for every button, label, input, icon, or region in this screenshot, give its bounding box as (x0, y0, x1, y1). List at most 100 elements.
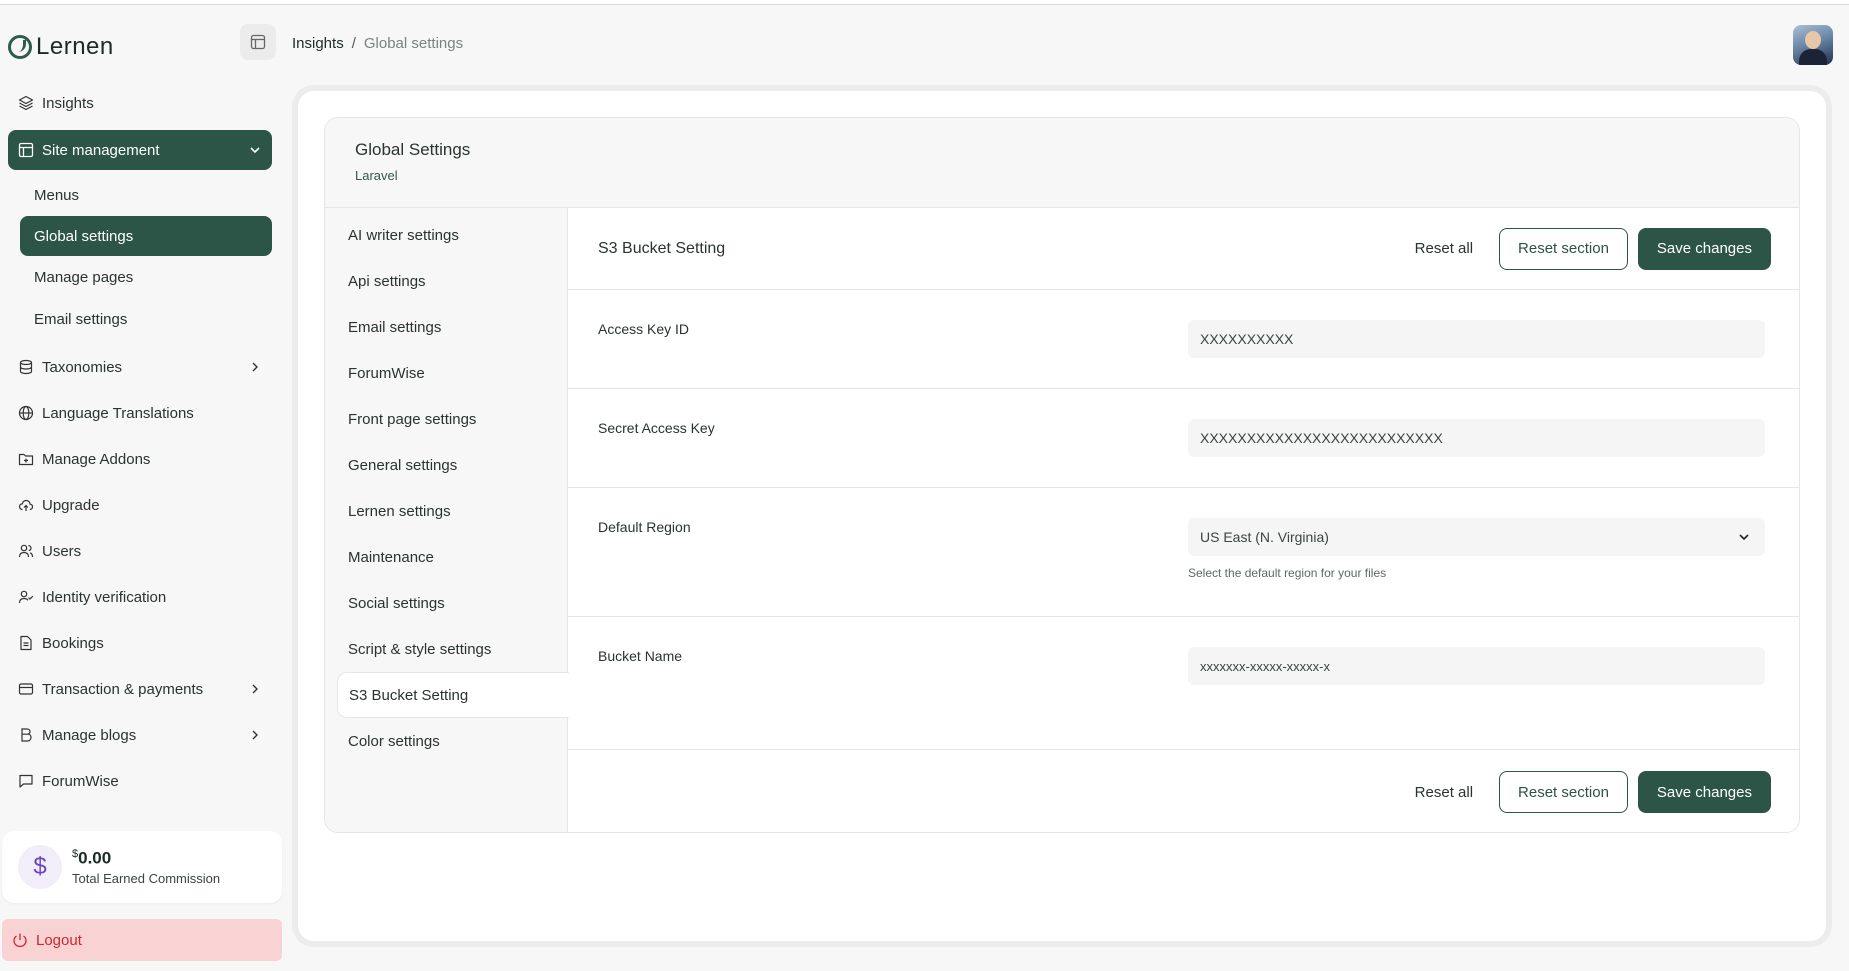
breadcrumb-current: Global settings (363, 35, 464, 52)
sidebar-item-label: Identity verification (42, 588, 167, 606)
breadcrumb-separator: / (351, 35, 356, 52)
section-title: S3 Bucket Setting (598, 239, 726, 257)
section-actions: Reset all Reset section Save changes (1399, 227, 1771, 270)
tab-s3-bucket-setting[interactable]: S3 Bucket Setting (337, 672, 569, 718)
tab-front-page-settings[interactable]: Front page settings (325, 396, 567, 442)
sidebar-item-transaction-payments[interactable]: Transaction & payments (8, 666, 272, 712)
breadcrumb: Insights / Global settings (292, 35, 463, 52)
cloud-upload-icon (18, 499, 34, 511)
tab-api-settings[interactable]: Api settings (325, 258, 567, 304)
commission-card: $ $0.00 Total Earned Commission (2, 831, 282, 903)
field-row-region: Default Region US East (N. Virginia) Sel… (568, 488, 1799, 617)
folder-plus-icon (18, 453, 34, 466)
sidebar-toggle-button[interactable] (240, 24, 276, 60)
sidebar-item-insights[interactable]: Insights (8, 80, 272, 126)
sidebar-item-language-translations[interactable]: Language Translations (8, 390, 272, 436)
field-row-secret-key: Secret Access Key XXXXXXXXXXXXXXXXXXXXXX… (568, 389, 1799, 488)
sidebar-nav: Insights Site management Menus Global se… (8, 80, 272, 804)
sidebar-item-label: Manage Addons (42, 450, 151, 468)
sidebar-item-label: Users (42, 542, 82, 560)
region-select[interactable]: US East (N. Virginia) (1188, 518, 1765, 556)
logout-label: Logout (36, 931, 82, 949)
tab-general-settings[interactable]: General settings (325, 442, 567, 488)
sidebar-item-taxonomies[interactable]: Taxonomies (8, 344, 272, 390)
chevron-down-icon (1739, 534, 1749, 541)
access-key-label: Access Key ID (598, 321, 690, 337)
tab-maintenance[interactable]: Maintenance (325, 534, 567, 580)
save-changes-button[interactable]: Save changes (1637, 771, 1771, 813)
region-hint: Select the default region for your files (1188, 566, 1387, 580)
region-label: Default Region (598, 519, 691, 535)
logout-button[interactable]: Logout (2, 919, 282, 961)
sidebar-item-site-management[interactable]: Site management (8, 130, 272, 170)
sidebar-item-upgrade[interactable]: Upgrade (8, 482, 272, 528)
settings-tabs: AI writer settings Api settings Email se… (325, 208, 569, 832)
sidebar-item-label: Upgrade (42, 496, 100, 514)
reset-all-button[interactable]: Reset all (1399, 229, 1489, 269)
settings-content: S3 Bucket Setting Reset all Reset sectio… (568, 208, 1799, 832)
reset-section-button[interactable]: Reset section (1499, 771, 1628, 813)
sidebar-item-label: Transaction & payments (42, 680, 204, 698)
chevron-right-icon (252, 730, 258, 740)
footer-actions: Reset all Reset section Save changes (1399, 771, 1771, 813)
tab-lernen-settings[interactable]: Lernen settings (325, 488, 567, 534)
logo-icon (8, 35, 32, 59)
avatar[interactable] (1793, 25, 1833, 65)
sidebar-item-forumwise[interactable]: ForumWise (8, 758, 272, 804)
panel-icon (250, 34, 266, 50)
dollar-icon: $ (18, 845, 62, 889)
sidebar-item-label: Site management (42, 141, 160, 159)
sidebar-item-identity-verification[interactable]: Identity verification (8, 574, 272, 620)
sidebar-item-label: Insights (42, 94, 94, 112)
sidebar-item-label: Language Translations (42, 404, 194, 422)
chevron-right-icon (252, 362, 258, 372)
settings-card: Global Settings Laravel AI writer settin… (324, 117, 1800, 833)
sidebar-item-label: Taxonomies (42, 358, 123, 376)
submenu-item-email-settings[interactable]: Email settings (20, 298, 272, 340)
sidebar-item-label: Bookings (42, 634, 104, 652)
sidebar-item-bookings[interactable]: Bookings (8, 620, 272, 666)
section-footer: Reset all Reset section Save changes (568, 750, 1799, 832)
logo[interactable]: Lernen (8, 33, 114, 61)
credit-card-icon (18, 683, 34, 695)
submenu-item-global-settings[interactable]: Global settings (20, 216, 272, 256)
bucket-label: Bucket Name (598, 648, 683, 664)
breadcrumb-root[interactable]: Insights (292, 35, 344, 52)
submenu-item-manage-pages[interactable]: Manage pages (20, 256, 272, 298)
sidebar-item-manage-blogs[interactable]: Manage blogs (8, 712, 272, 758)
tab-email-settings[interactable]: Email settings (325, 304, 567, 350)
card-title: Global Settings (355, 140, 471, 159)
secret-key-input[interactable]: XXXXXXXXXXXXXXXXXXXXXXXXXX (1188, 419, 1765, 457)
chevron-right-icon (252, 684, 258, 694)
tab-ai-writer-settings[interactable]: AI writer settings (325, 212, 567, 258)
message-square-icon (19, 774, 33, 788)
sidebar-item-manage-addons[interactable]: Manage Addons (8, 436, 272, 482)
database-icon (19, 359, 33, 375)
tab-color-settings[interactable]: Color settings (325, 718, 567, 764)
layers-icon (18, 95, 34, 111)
section-header: S3 Bucket Setting Reset all Reset sectio… (568, 208, 1799, 290)
commission-amount: $0.00 (72, 848, 112, 868)
file-icon (20, 635, 32, 651)
field-row-access-key: Access Key ID XXXXXXXXXX (568, 290, 1799, 389)
field-row-bucket: Bucket Name xxxxxxx-xxxxx-xxxxx-x (568, 617, 1799, 750)
bucket-input[interactable]: xxxxxxx-xxxxx-xxxxx-x (1188, 647, 1765, 685)
user-check-icon (18, 590, 34, 604)
card-subtitle: Laravel (355, 168, 398, 183)
layout-icon (18, 142, 34, 158)
site-management-submenu: Menus Global settings Manage pages Email… (8, 174, 272, 340)
reset-all-button[interactable]: Reset all (1399, 772, 1489, 812)
sidebar-item-label: Manage blogs (42, 726, 137, 744)
reset-section-button[interactable]: Reset section (1499, 227, 1628, 270)
access-key-input[interactable]: XXXXXXXXXX (1188, 320, 1765, 358)
commission-label: Total Earned Commission (72, 870, 221, 886)
tab-forumwise[interactable]: ForumWise (325, 350, 567, 396)
app-name: Lernen (36, 33, 114, 60)
sidebar-item-label: ForumWise (42, 772, 119, 790)
power-icon (13, 933, 27, 948)
tab-social-settings[interactable]: Social settings (325, 580, 567, 626)
tab-script-style-settings[interactable]: Script & style settings (325, 626, 567, 672)
sidebar-item-users[interactable]: Users (8, 528, 272, 574)
submenu-item-menus[interactable]: Menus (20, 174, 272, 216)
save-changes-button[interactable]: Save changes (1637, 227, 1771, 270)
